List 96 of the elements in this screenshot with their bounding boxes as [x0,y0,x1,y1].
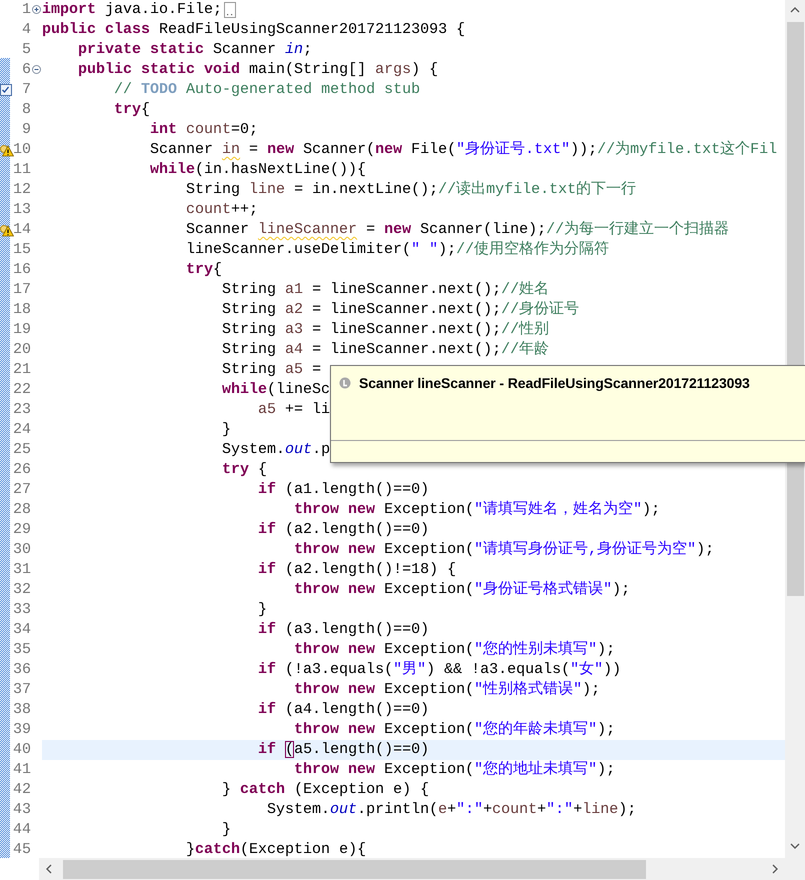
code-line: throw new Exception("您的年龄未填写"); [293,720,616,740]
horizontal-scrollbar[interactable] [39,858,785,880]
line-number: 32 [12,580,31,600]
code-line: if (a5.length()==0) [257,740,430,760]
line-number: 35 [12,640,31,660]
line-number: 16 [12,260,31,280]
line-number: 4 [22,20,31,40]
code-line: if (a1.length()==0) [257,480,430,500]
line-number: 45 [12,840,31,858]
line-number: 23 [12,400,31,420]
code-line: }catch(Exception e){ [185,840,366,858]
code-line: } [221,820,232,840]
expand-icon[interactable] [32,5,41,14]
variable-icon [339,377,351,389]
line-number: 30 [12,540,31,560]
code-line: Scanner lineScanner = new Scanner(line);//为每一行建立一个扫描器 [185,220,730,240]
line-number: 20 [12,340,31,360]
line-number: 8 [22,100,31,120]
code-line: public static void main(String[] args) { [77,60,438,80]
code-line: lineScanner.useDelimiter(" ");//使用空格作为分隔符 [185,240,610,260]
code-line: System.out.p [221,440,330,460]
code-line: } [257,600,268,620]
line-number: 24 [12,420,31,440]
code-line: if (a3.length()==0) [257,620,430,640]
code-line: try{ [185,260,222,280]
code-line: String a2 = lineScanner.next();//身份证号 [221,300,580,320]
tooltip-title: Scanner lineScanner - ReadFileUsingScanner201721123093 [359,375,750,391]
code-line: String a1 = lineScanner.next();//姓名 [221,280,550,300]
code-line: throw new Exception("您的地址未填写"); [293,760,616,780]
code-line: import java.io.File; [42,0,222,20]
folded-code-icon[interactable] [224,2,236,18]
task-icon[interactable] [0,83,12,96]
code-line: while(lineSc [221,380,330,400]
line-number: 29 [12,520,31,540]
collapse-icon[interactable] [32,65,41,74]
code-line: throw new Exception("性别格式错误"); [293,680,600,700]
code-line: while(in.hasNextLine()){ [149,160,366,180]
code-line: String a4 = lineScanner.next();//年龄 [221,340,550,360]
code-line: int count=0; [149,120,258,140]
line-number: 15 [12,240,31,260]
code-line: if (a2.length()!=18) { [257,560,456,580]
line-number: 12 [12,180,31,200]
line-number: 31 [12,560,31,580]
line-number: 6 [22,60,31,80]
code-line: // TODO Auto-generated method stub [113,80,420,100]
code-line: String a5 = [221,360,322,380]
line-number: 38 [12,700,31,720]
line-number: 36 [12,660,31,680]
code-line: System.out.println(e+":"+count+":"+line); [266,800,636,820]
code-line: String a3 = lineScanner.next();//性别 [221,320,550,340]
code-line: public class ReadFileUsingScanner201721123093 { [42,20,466,40]
line-number: 7 [22,80,31,100]
line-number: 25 [12,440,31,460]
code-line: } catch (Exception e) { [221,780,430,800]
line-number: 43 [12,800,31,820]
code-line: throw new Exception("身份证号格式错误"); [293,580,630,600]
code-line: String line = in.nextLine();//读出myfile.txt的下一行 [185,180,636,200]
line-number: 28 [12,500,31,520]
line-number: 40 [12,740,31,760]
line-number: 27 [12,480,31,500]
code-line: try { [221,460,268,480]
line-number: 14 [12,220,31,240]
scrollbar-thumb[interactable] [63,860,646,878]
line-number: 22 [12,380,31,400]
line-number: 21 [12,360,31,380]
code-line: } [221,420,232,440]
code-line: throw new Exception("请填写姓名，姓名为空"); [293,500,660,520]
line-number: 9 [22,120,31,140]
line-number: 5 [22,40,31,60]
code-line: throw new Exception("您的性别未填写"); [293,640,616,660]
code-line: Scanner in = new Scanner(new File("身份证号.txt"));//为myfile.txt这个Fil [149,140,778,160]
line-number: 1 [22,0,31,20]
code-line: private static Scanner in; [77,40,312,60]
line-number: 37 [12,680,31,700]
code-line: if (a2.length()==0) [257,520,430,540]
line-number: 26 [12,460,31,480]
code-line: count++; [185,200,258,220]
code-line: if (a4.length()==0) [257,700,430,720]
line-number: 11 [12,160,31,180]
line-number: 13 [12,200,31,220]
line-number: 18 [12,300,31,320]
line-number: 39 [12,720,31,740]
code-line: try{ [113,100,150,120]
line-number: 33 [12,600,31,620]
line-number: 34 [12,620,31,640]
line-number: 42 [12,780,31,800]
line-number: 19 [12,320,31,340]
warning-icon[interactable] [0,223,14,237]
code-line: a5 += li [257,400,330,420]
line-number: 41 [12,760,31,780]
code-line: if (!a3.equals("男") && !a3.equals("女")) [257,660,622,680]
line-number: 10 [12,140,31,160]
code-line: throw new Exception("请填写身份证号,身份证号为空"); [293,540,714,560]
line-number: 17 [12,280,31,300]
line-number: 44 [12,820,31,840]
warning-icon[interactable] [0,143,14,157]
